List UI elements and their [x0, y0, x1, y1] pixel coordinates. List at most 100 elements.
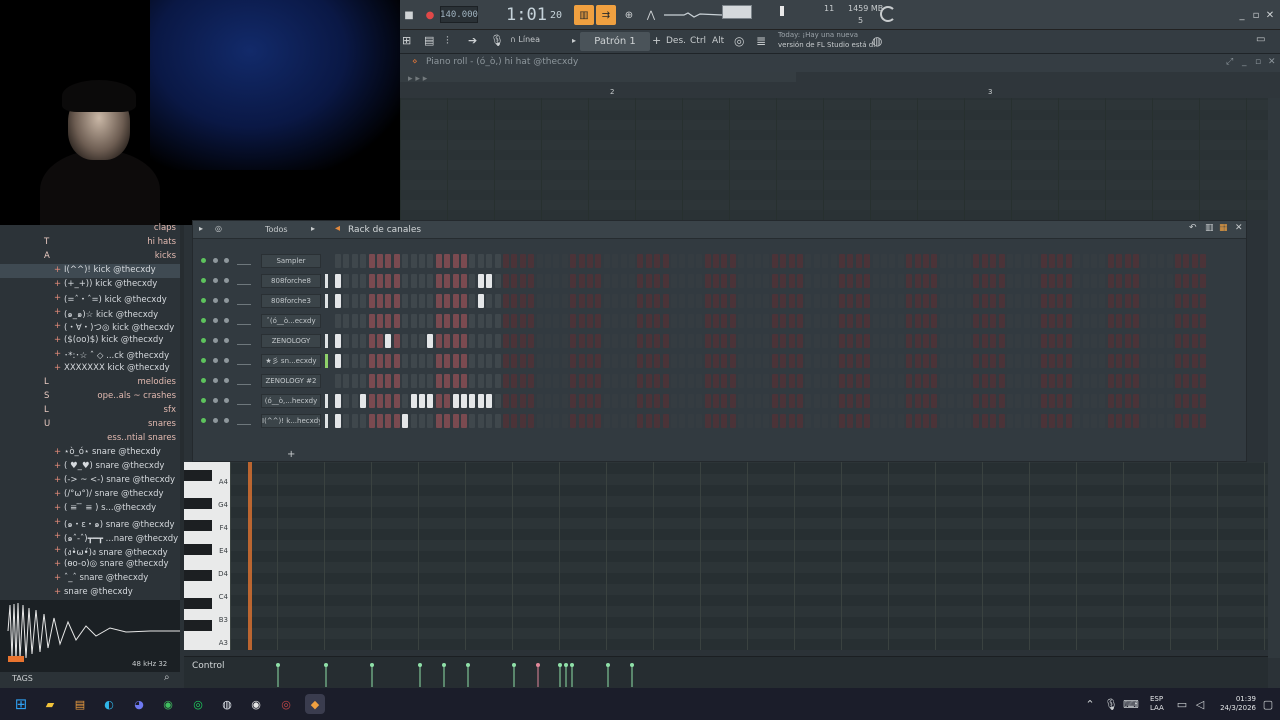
step-button[interactable]	[755, 294, 761, 308]
browser-folder[interactable]: Lmelodies	[0, 376, 180, 390]
step-button[interactable]	[587, 254, 593, 268]
step-button[interactable]	[645, 414, 652, 428]
step-button[interactable]	[939, 314, 946, 328]
step-button[interactable]	[351, 354, 358, 368]
arrow-right-icon[interactable]: ➔	[468, 34, 482, 48]
step-button[interactable]	[780, 354, 787, 368]
step-button[interactable]	[645, 334, 652, 348]
step-button[interactable]	[1149, 354, 1156, 368]
step-button[interactable]	[1175, 314, 1181, 328]
step-button[interactable]	[511, 334, 518, 348]
step-button[interactable]	[738, 314, 745, 328]
step-button[interactable]	[519, 414, 526, 428]
step-button[interactable]	[704, 274, 711, 288]
step-button[interactable]	[427, 354, 434, 368]
step-button[interactable]	[780, 374, 787, 388]
ctrl-label[interactable]: Ctrl	[690, 36, 706, 46]
browser-file[interactable]: + (๑_๑)☆ kick @thecxdy	[0, 306, 180, 320]
step-button[interactable]	[805, 374, 812, 388]
step-button[interactable]	[998, 314, 1005, 328]
step-button[interactable]	[1116, 274, 1123, 288]
step-button[interactable]	[830, 334, 837, 348]
tray-mic-icon[interactable]: 🎙	[1101, 694, 1121, 714]
step-button[interactable]	[1149, 334, 1156, 348]
step-button[interactable]	[721, 314, 728, 328]
step-button[interactable]	[906, 274, 913, 288]
step-button[interactable]	[1049, 394, 1055, 408]
step-button[interactable]	[973, 274, 980, 288]
step-button[interactable]	[335, 354, 341, 368]
step-button[interactable]	[469, 314, 476, 328]
step-button[interactable]	[923, 414, 929, 428]
step-button[interactable]	[645, 274, 652, 288]
step-button[interactable]	[620, 394, 627, 408]
channel-route-box[interactable]	[237, 335, 251, 345]
step-button[interactable]	[654, 374, 661, 388]
step-button[interactable]	[561, 354, 568, 368]
channel-mute-led[interactable]	[201, 298, 206, 303]
rack-close-icon[interactable]: ✕	[1235, 223, 1243, 233]
step-button[interactable]	[637, 354, 644, 368]
step-button[interactable]	[965, 334, 971, 348]
step-button[interactable]	[830, 374, 837, 388]
channel-select-indicator[interactable]	[325, 274, 328, 288]
step-button[interactable]	[998, 254, 1005, 268]
step-button[interactable]	[914, 394, 921, 408]
step-button[interactable]	[335, 334, 341, 348]
browser-file[interactable]: + (/°ω°)/ snare @thecxdy	[0, 488, 180, 502]
step-button[interactable]	[822, 274, 829, 288]
step-button[interactable]	[998, 274, 1005, 288]
step-button[interactable]	[368, 314, 375, 328]
step-button[interactable]	[1133, 254, 1139, 268]
step-button[interactable]	[587, 414, 593, 428]
step-button[interactable]	[351, 374, 358, 388]
step-button[interactable]	[847, 394, 854, 408]
step-button[interactable]	[671, 254, 677, 268]
step-button[interactable]	[1149, 414, 1156, 428]
step-button[interactable]	[813, 394, 820, 408]
step-button[interactable]	[494, 394, 501, 408]
channel-pan-knob[interactable]	[213, 378, 218, 383]
step-button[interactable]	[671, 374, 677, 388]
step-button[interactable]	[545, 354, 551, 368]
step-button[interactable]	[452, 374, 459, 388]
step-button[interactable]	[1040, 254, 1047, 268]
step-button[interactable]	[645, 294, 652, 308]
step-button[interactable]	[914, 334, 921, 348]
step-button[interactable]	[444, 394, 451, 408]
step-button[interactable]	[965, 314, 971, 328]
step-button[interactable]	[973, 334, 980, 348]
step-button[interactable]	[1175, 394, 1181, 408]
step-button[interactable]	[427, 294, 434, 308]
step-button[interactable]	[410, 274, 417, 288]
step-button[interactable]	[1074, 314, 1081, 328]
step-button[interactable]	[444, 334, 451, 348]
step-button[interactable]	[536, 254, 543, 268]
step-button[interactable]	[351, 294, 358, 308]
step-button[interactable]	[687, 414, 694, 428]
step-button[interactable]	[1191, 254, 1198, 268]
browser-folder[interactable]: claps	[0, 222, 180, 236]
step-button[interactable]	[956, 294, 963, 308]
step-button[interactable]	[839, 374, 845, 388]
step-button[interactable]	[889, 274, 896, 288]
step-button[interactable]	[368, 394, 375, 408]
step-button[interactable]	[746, 334, 753, 348]
step-button[interactable]	[805, 414, 812, 428]
step-button[interactable]	[419, 394, 425, 408]
step-button[interactable]	[990, 354, 997, 368]
step-button[interactable]	[1057, 394, 1064, 408]
step-button[interactable]	[855, 394, 862, 408]
step-button[interactable]	[1124, 394, 1131, 408]
step-button[interactable]	[805, 294, 812, 308]
step-button[interactable]	[377, 354, 383, 368]
step-button[interactable]	[461, 254, 467, 268]
step-button[interactable]	[1099, 294, 1106, 308]
step-button[interactable]	[1091, 414, 1097, 428]
step-button[interactable]	[923, 314, 929, 328]
step-button[interactable]	[654, 334, 661, 348]
step-button[interactable]	[679, 374, 686, 388]
step-button[interactable]	[1107, 294, 1114, 308]
step-button[interactable]	[965, 414, 971, 428]
step-button[interactable]	[1099, 314, 1106, 328]
